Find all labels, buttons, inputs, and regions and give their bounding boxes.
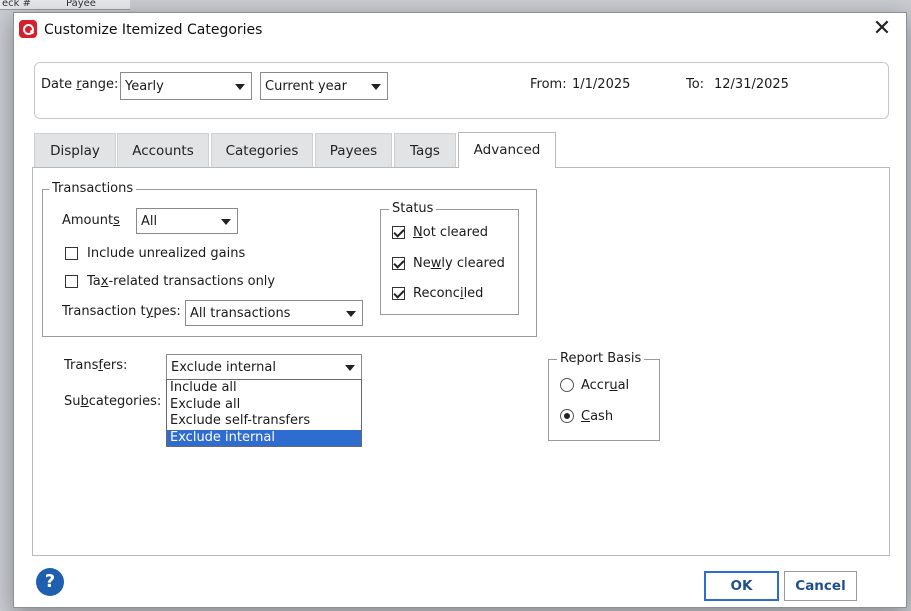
transfers-option-exclude-internal[interactable]: Exclude internal bbox=[167, 429, 361, 446]
background-col-check: eck # bbox=[2, 0, 31, 9]
date-range-label: Date range: bbox=[41, 77, 119, 92]
tab-advanced[interactable]: Advanced bbox=[458, 132, 556, 168]
report-basis-group: Report Basis bbox=[548, 351, 660, 441]
customize-dialog: Customize Itemized Categories ✕ Date ran… bbox=[13, 12, 907, 608]
year-value: Current year bbox=[265, 79, 347, 94]
accrual-label: Accrual bbox=[581, 378, 630, 393]
cash-radio[interactable] bbox=[560, 409, 574, 423]
transfers-option-exclude-all[interactable]: Exclude all bbox=[167, 397, 361, 414]
to-label: To: bbox=[686, 77, 705, 92]
cancel-button[interactable]: Cancel bbox=[784, 571, 857, 601]
quicken-logo-icon bbox=[19, 20, 37, 38]
from-label: From: bbox=[530, 77, 567, 92]
not-cleared-label: Not cleared bbox=[413, 225, 488, 240]
transaction-types-value: All transactions bbox=[190, 306, 291, 321]
advanced-tab-content: Transactions Amounts All Include unreali… bbox=[32, 167, 890, 556]
period-value: Yearly bbox=[125, 79, 164, 94]
transactions-group-title: Transactions bbox=[49, 181, 137, 196]
accrual-radio[interactable] bbox=[560, 378, 574, 392]
tab-categories[interactable]: Categories bbox=[211, 133, 313, 167]
reconciled-checkbox[interactable] bbox=[392, 287, 405, 300]
not-cleared-checkbox[interactable] bbox=[392, 226, 405, 239]
unrealized-gains-label: Include unrealized gains bbox=[87, 246, 246, 261]
transfers-option-exclude-self[interactable]: Exclude self-transfers bbox=[167, 413, 361, 430]
close-button[interactable]: ✕ bbox=[868, 17, 896, 43]
period-select[interactable]: Yearly bbox=[120, 72, 252, 100]
newly-cleared-checkbox[interactable] bbox=[392, 257, 405, 270]
chevron-down-icon bbox=[346, 311, 356, 317]
tab-tags[interactable]: Tags bbox=[394, 133, 456, 167]
subcategories-label: Subcategories: bbox=[64, 394, 162, 409]
tab-accounts[interactable]: Accounts bbox=[117, 133, 209, 167]
cash-label: Cash bbox=[581, 409, 614, 424]
title-bar: Customize Itemized Categories ✕ bbox=[14, 13, 906, 47]
to-value: 12/31/2025 bbox=[714, 77, 789, 92]
tax-related-checkbox[interactable] bbox=[65, 275, 78, 288]
date-range-panel: Date range: Yearly Current year From: 1/… bbox=[34, 62, 889, 119]
reconciled-label: Reconciled bbox=[413, 286, 484, 301]
transfers-select[interactable]: Exclude internal bbox=[166, 354, 362, 380]
transaction-types-label: Transaction types: bbox=[62, 304, 181, 319]
help-button[interactable]: ? bbox=[36, 568, 64, 596]
chevron-down-icon bbox=[221, 219, 231, 225]
newly-cleared-label: Newly cleared bbox=[413, 256, 505, 271]
tax-related-label: Tax-related transactions only bbox=[87, 274, 276, 289]
report-basis-group-title: Report Basis bbox=[557, 351, 645, 366]
amounts-label: Amounts bbox=[62, 213, 120, 228]
tab-display[interactable]: Display bbox=[34, 133, 116, 167]
chevron-down-icon bbox=[235, 84, 245, 90]
from-value: 1/1/2025 bbox=[572, 77, 631, 92]
chevron-down-icon bbox=[345, 365, 355, 371]
background-col-payee: Payee bbox=[66, 0, 96, 9]
status-group-title: Status bbox=[389, 201, 437, 216]
year-select[interactable]: Current year bbox=[260, 72, 388, 100]
transfers-dropdown-list: Include all Exclude all Exclude self-tra… bbox=[166, 379, 362, 447]
window-title: Customize Itemized Categories bbox=[44, 22, 263, 38]
background-table-header: eck # Payee bbox=[0, 0, 130, 10]
transfers-option-include-all[interactable]: Include all bbox=[167, 380, 361, 397]
tab-payees[interactable]: Payees bbox=[315, 133, 392, 167]
amounts-value: All bbox=[141, 214, 158, 229]
transfers-value: Exclude internal bbox=[171, 360, 276, 375]
transaction-types-select[interactable]: All transactions bbox=[185, 300, 363, 326]
ok-button[interactable]: OK bbox=[704, 571, 779, 601]
chevron-down-icon bbox=[371, 84, 381, 90]
amounts-select[interactable]: All bbox=[136, 208, 238, 234]
transfers-label: Transfers: bbox=[64, 358, 128, 373]
unrealized-gains-checkbox[interactable] bbox=[65, 247, 78, 260]
